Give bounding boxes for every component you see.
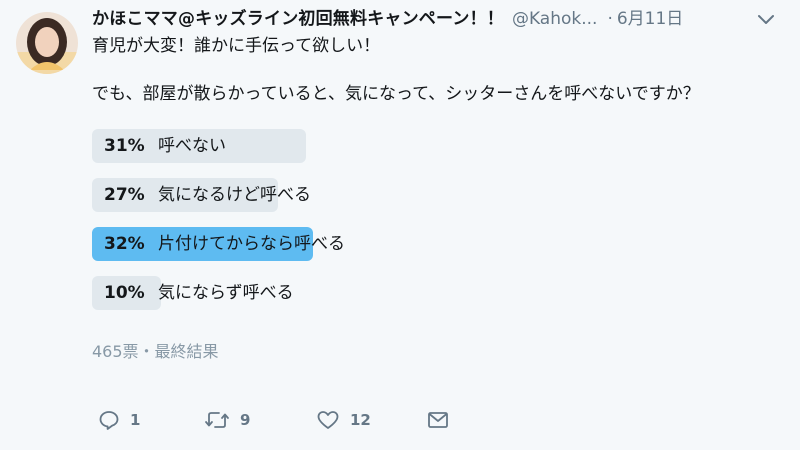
poll-option-text: 気になるけど呼べる: [158, 185, 311, 205]
envelope-icon: [426, 409, 450, 431]
reply-icon: [98, 409, 120, 431]
tweet-text-line: 育児が大変！誰かに手伝って欲しい！: [92, 36, 381, 56]
like-button[interactable]: 12: [316, 404, 371, 436]
user-handle[interactable]: @Kahok...: [512, 9, 598, 29]
poll-option-label: 32% 片付けてからなら呼べる: [104, 224, 345, 264]
poll-option-label: 10% 気にならず呼べる: [104, 273, 294, 313]
reply-count: 1: [130, 411, 141, 429]
tweet: かほこママ@キッズライン初回無料キャンペーン！！ @Kahok... · 6月11日 …: [0, 0, 800, 450]
poll-meta: 465票・最終結果: [92, 342, 219, 361]
poll-option: 10% 気にならず呼べる: [92, 273, 612, 313]
retweet-count: 9: [240, 411, 251, 429]
message-button[interactable]: [426, 404, 450, 436]
poll-option-label: 27% 気になるけど呼べる: [104, 175, 311, 215]
poll-option: 32% 片付けてからなら呼べる: [92, 224, 612, 264]
tweet-header: かほこママ@キッズライン初回無料キャンペーン！！ @Kahok... · 6月11日: [92, 8, 782, 30]
poll: 31% 呼べない 27% 気になるけど呼べる 32% 片付けてからなら呼べる 10% 気…: [92, 126, 612, 322]
retweet-icon: [204, 409, 230, 431]
retweet-button[interactable]: 9: [204, 404, 250, 436]
display-name[interactable]: かほこママ@キッズライン初回無料キャンペーン！！: [92, 9, 504, 29]
tweet-text-line: でも、部屋が散らかっていると、気になって、シッターさんを呼べないですか？: [92, 84, 700, 104]
separator-dot: ·: [607, 9, 613, 29]
tweet-date[interactable]: 6月11日: [617, 9, 683, 29]
poll-percent: 31%: [104, 136, 145, 156]
tweet-text: 育児が大変！誰かに手伝って欲しい！ でも、部屋が散らかっていると、気になって、シッ…: [92, 34, 792, 106]
poll-option-text: 呼べない: [158, 136, 226, 156]
poll-percent: 32%: [104, 234, 145, 254]
avatar[interactable]: [16, 12, 78, 74]
reply-button[interactable]: 1: [98, 404, 140, 436]
like-count: 12: [350, 411, 371, 429]
tweet-actions: 1 9 12: [92, 404, 492, 436]
heart-icon: [316, 409, 340, 431]
poll-option-text: 気にならず呼べる: [158, 283, 294, 303]
poll-percent: 10%: [104, 283, 145, 303]
chevron-down-icon[interactable]: [754, 12, 778, 28]
poll-percent: 27%: [104, 185, 145, 205]
poll-option: 31% 呼べない: [92, 126, 612, 166]
poll-option-text: 片付けてからなら呼べる: [158, 234, 345, 254]
poll-option: 27% 気になるけど呼べる: [92, 175, 612, 215]
poll-option-label: 31% 呼べない: [104, 126, 226, 166]
